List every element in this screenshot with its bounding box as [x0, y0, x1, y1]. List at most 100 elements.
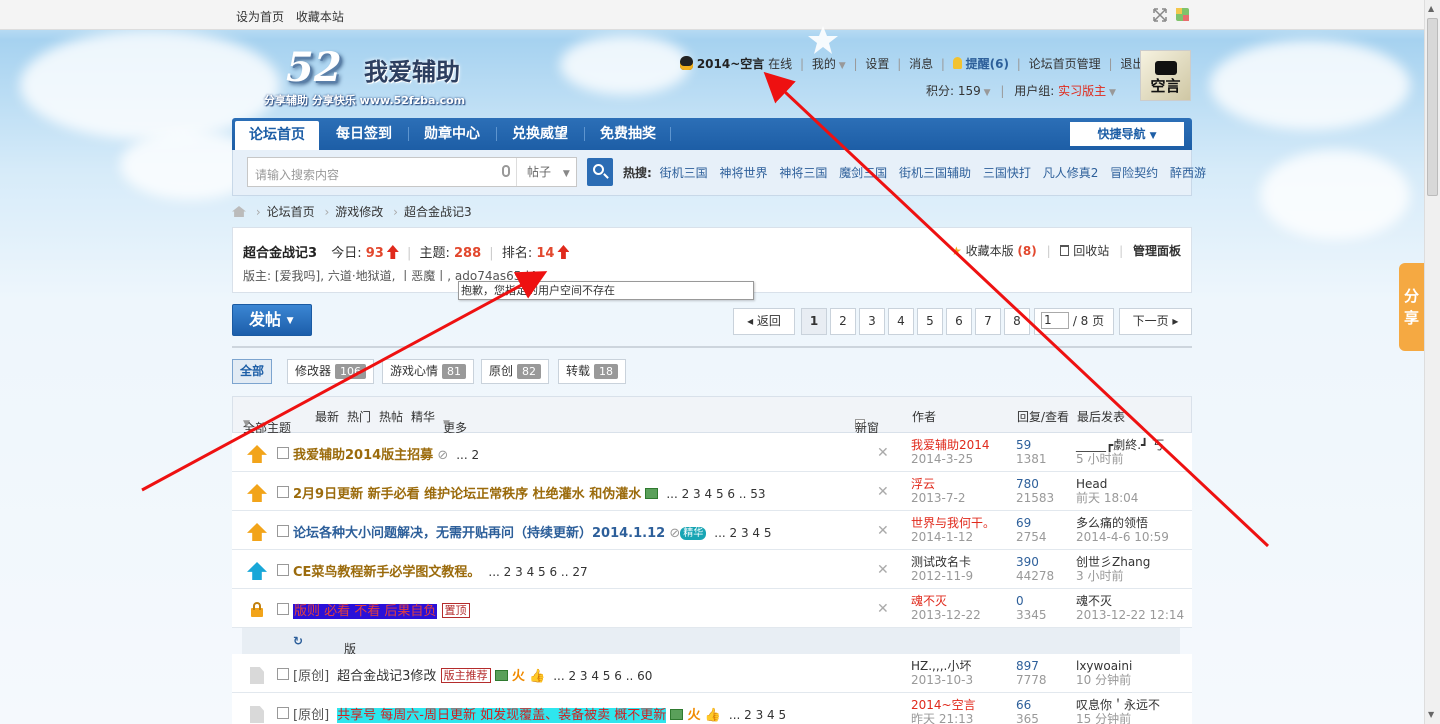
username-link[interactable]: 2014~空言	[697, 57, 764, 71]
settings-link[interactable]: 设置	[865, 57, 889, 71]
scroll-up-icon[interactable]: ▲	[1428, 4, 1434, 13]
close-icon[interactable]: ✕	[877, 523, 889, 539]
table-row[interactable]: 版则 必看 不看 后果自负 置顶 ✕ 魂不灭 2013-12-22 0 3345 魂…	[232, 589, 1192, 628]
reply-count[interactable]: 897	[1016, 659, 1047, 673]
thread-author[interactable]: 魂不灭	[911, 594, 981, 608]
thread-author[interactable]: 测试改名卡	[911, 555, 973, 569]
reply-count[interactable]: 66	[1016, 698, 1039, 712]
thread-author[interactable]: 我爱辅助2014	[911, 438, 990, 452]
new-post-button[interactable]: 发帖 ▼	[232, 304, 312, 336]
breadcrumb-item[interactable]: 游戏修改	[335, 205, 383, 219]
manage-panel[interactable]: 管理面板	[1133, 244, 1181, 258]
last-poster[interactable]: lxywoaini	[1076, 659, 1132, 673]
search-button[interactable]	[587, 158, 613, 186]
page-2[interactable]: 2	[830, 308, 856, 335]
favorite-forum[interactable]: 收藏本版	[966, 244, 1014, 258]
scrollbar-thumb[interactable]	[1427, 18, 1438, 196]
last-poster[interactable]: 叹息你＇永远不	[1076, 698, 1160, 712]
nav-daily-signin[interactable]: 每日签到	[324, 118, 404, 150]
group-name[interactable]: 实习版主	[1058, 84, 1106, 98]
filter-hot[interactable]: 热门	[347, 408, 371, 425]
page-1[interactable]: 1	[801, 308, 827, 335]
page-input[interactable]: 1	[1041, 312, 1069, 329]
breadcrumb-item[interactable]: 超合金战记3	[404, 205, 472, 219]
thread-pages[interactable]: ... 2	[456, 448, 479, 462]
thread-title[interactable]: 我爱辅助2014版主招募	[293, 448, 433, 463]
site-logo[interactable]: 52 我爱辅助 分享辅助 分享快乐 www.52fzba.com	[262, 44, 502, 114]
thread-pages[interactable]: ... 2 3 4 5	[714, 526, 771, 540]
avatar[interactable]: 空言	[1140, 50, 1191, 101]
breadcrumb-item[interactable]: 论坛首页	[267, 205, 315, 219]
home-icon[interactable]	[232, 206, 246, 217]
search-type-select[interactable]: 帖子 ▼	[516, 158, 576, 186]
search-input[interactable]: 请输入搜索内容 帖子 ▼	[247, 157, 577, 187]
table-row[interactable]: 论坛各种大小问题解决，无需开贴再问（持续更新）2014.1.12 ⊘ 精华 ... …	[232, 511, 1192, 550]
back-button[interactable]: ◂ 返回	[733, 308, 795, 335]
hot-item[interactable]: 凡人修真2	[1043, 166, 1099, 180]
scrollbar[interactable]: ▲ ▼	[1424, 0, 1440, 724]
hot-item[interactable]: 冒险契约	[1110, 166, 1158, 180]
checkbox[interactable]	[277, 447, 289, 459]
nav-medal-center[interactable]: 勋章中心	[412, 118, 492, 150]
nav-lottery[interactable]: 免费抽奖	[588, 118, 668, 150]
bookmark-link[interactable]: 收藏本站	[296, 10, 344, 24]
hot-item[interactable]: 魔剑三国	[839, 166, 887, 180]
fullscreen-icon[interactable]	[1152, 7, 1192, 23]
filter-latest[interactable]: 最新	[315, 408, 339, 425]
tab-mood[interactable]: 游戏心情 81	[382, 359, 475, 384]
tab-modifier[interactable]: 修改器 106	[287, 359, 375, 384]
admin-link[interactable]: 论坛首页管理	[1029, 57, 1101, 71]
remind-link[interactable]: 提醒(6)	[966, 57, 1009, 71]
refresh-icon[interactable]: ↻	[293, 634, 303, 648]
close-icon[interactable]: ✕	[877, 601, 889, 617]
thread-pages[interactable]: ... 2 3 4 5 6 .. 53	[666, 487, 765, 501]
quick-nav-button[interactable]: 快捷导航 ▼	[1070, 122, 1184, 146]
page-8[interactable]: 8	[1004, 308, 1030, 335]
filter-digest[interactable]: 精华	[411, 408, 435, 425]
points[interactable]: 积分: 159	[926, 84, 981, 98]
last-poster[interactable]: 魂不灭	[1076, 594, 1184, 608]
hot-item[interactable]: 神将世界	[719, 166, 767, 180]
page-3[interactable]: 3	[859, 308, 885, 335]
thread-author[interactable]: 2014~空言	[911, 698, 976, 712]
page-7[interactable]: 7	[975, 308, 1001, 335]
messages-link[interactable]: 消息	[909, 57, 933, 71]
mic-icon[interactable]	[502, 165, 510, 177]
last-poster[interactable]: Head	[1076, 477, 1138, 491]
reply-count[interactable]: 0	[1016, 594, 1047, 608]
table-row[interactable]: 2月9日更新 新手必看 维护论坛正常秩序 杜绝灌水 和伪灌水 ... 2 3 4…	[232, 472, 1192, 511]
thread-title[interactable]: 共享号 每周六-周日更新 如发现覆盖、装备被卖 概不更新	[337, 708, 667, 723]
thread-title[interactable]: CE菜鸟教程新手必学图文教程。	[293, 565, 480, 580]
nav-forum-home[interactable]: 论坛首页	[235, 121, 319, 150]
table-row[interactable]: 我爱辅助2014版主招募 ⊘... 2 ✕ 我爱辅助2014 2014-3-25 …	[232, 433, 1192, 472]
thread-author[interactable]: 世界与我何干。	[911, 516, 995, 530]
last-poster[interactable]: 多么痛的领悟	[1076, 516, 1169, 530]
thread-prefix[interactable]: [原创]	[293, 708, 329, 723]
checkbox[interactable]	[277, 603, 289, 615]
scroll-down-icon[interactable]: ▼	[1428, 710, 1434, 719]
reply-count[interactable]: 59	[1016, 438, 1047, 452]
reply-count[interactable]: 780	[1016, 477, 1054, 491]
reply-count[interactable]: 69	[1016, 516, 1047, 530]
hot-item[interactable]: 街机三国辅助	[899, 166, 971, 180]
close-icon[interactable]: ✕	[877, 562, 889, 578]
reply-count[interactable]: 390	[1016, 555, 1054, 569]
checkbox[interactable]	[277, 707, 289, 719]
checkbox[interactable]	[277, 668, 289, 680]
nav-exchange[interactable]: 兑换威望	[500, 118, 580, 150]
last-poster[interactable]: _____┏劇終.┛ 丂	[1076, 438, 1164, 452]
my-menu[interactable]: 我的	[812, 57, 836, 71]
checkbox[interactable]	[277, 525, 289, 537]
hot-item[interactable]: 醉西游	[1170, 166, 1206, 180]
share-button[interactable]: 分享	[1399, 263, 1424, 351]
thread-pages[interactable]: ... 2 3 4 5	[729, 708, 786, 722]
thread-prefix[interactable]: [原创]	[293, 669, 329, 684]
thread-title[interactable]: 超合金战记3修改	[337, 669, 436, 684]
tab-all[interactable]: 全部	[232, 359, 273, 384]
table-row[interactable]: [原创] 超合金战记3修改 版主推荐 火 👍 ... 2 3 4 5 6 .. 60…	[232, 654, 1192, 693]
filter-hotpost[interactable]: 热帖	[379, 408, 403, 425]
tab-repost[interactable]: 转载 18	[558, 359, 627, 384]
checkbox[interactable]	[277, 564, 289, 576]
next-page-button[interactable]: 下一页 ▸	[1119, 308, 1192, 335]
checkbox[interactable]	[277, 486, 289, 498]
